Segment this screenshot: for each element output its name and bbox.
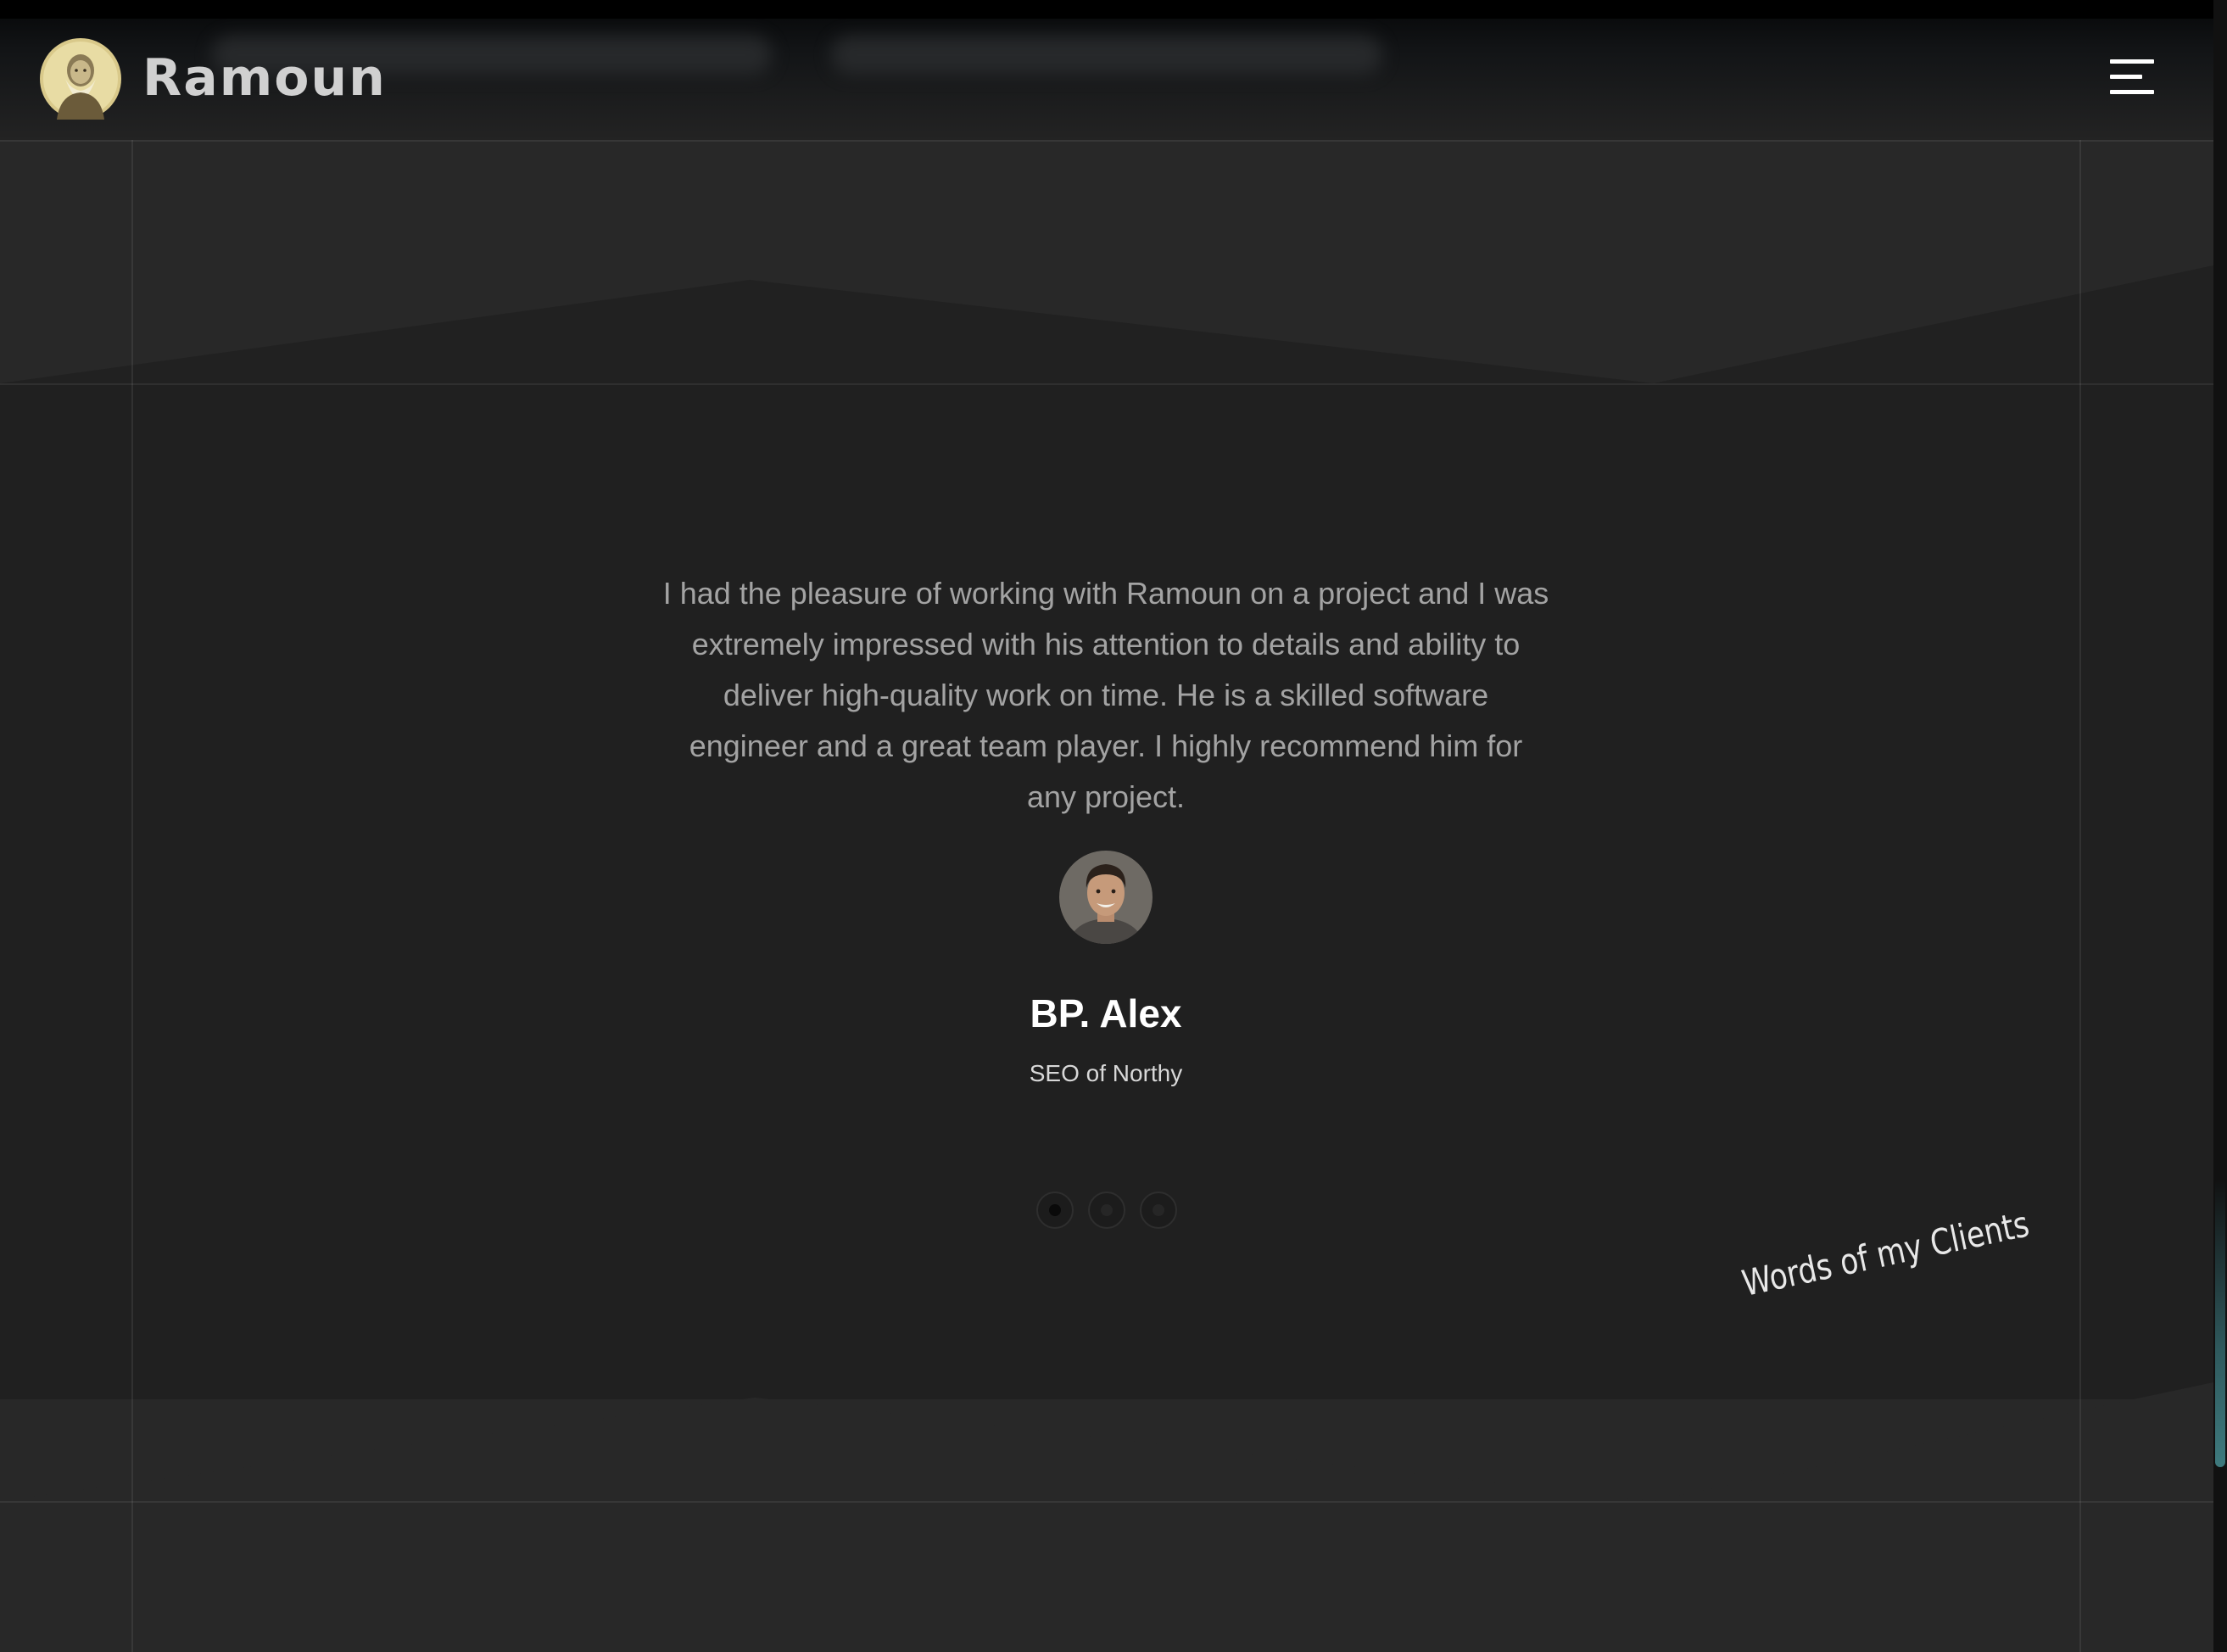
carousel-pagination xyxy=(1036,1192,1177,1229)
hamburger-menu-icon[interactable] xyxy=(2110,56,2159,97)
client-avatar xyxy=(1059,851,1153,944)
scrollbar-thumb[interactable] xyxy=(2215,1179,2225,1467)
guide-line-right xyxy=(2079,17,2081,1652)
carousel-dot-1[interactable] xyxy=(1036,1192,1074,1229)
client-role: SEO of Northy xyxy=(1029,1060,1183,1086)
menu-line xyxy=(2110,90,2154,94)
menu-line xyxy=(2110,75,2142,79)
guide-line-section-bottom xyxy=(0,1501,2213,1503)
menu-line xyxy=(2110,59,2154,64)
blurred-nav-item xyxy=(831,36,1382,75)
top-divider-shape xyxy=(0,265,2213,383)
guide-line-section-top xyxy=(0,383,2213,385)
brand-name[interactable]: Ramoun xyxy=(142,44,387,112)
page-scrollbar[interactable] xyxy=(2213,0,2227,1652)
angled-section-dividers xyxy=(0,265,2213,1501)
testimonial-quote: I had the pleasure of working with Ramou… xyxy=(662,576,1549,814)
bottom-divider-shape xyxy=(0,1382,2213,1501)
client-name: BP. Alex xyxy=(1030,991,1182,1035)
guide-line-header xyxy=(0,140,2213,142)
carousel-dot-2[interactable] xyxy=(1088,1192,1125,1229)
carousel-dot-3[interactable] xyxy=(1140,1192,1177,1229)
logo-portrait-icon[interactable] xyxy=(40,38,121,120)
window-top-edge xyxy=(0,0,2227,19)
site-header: Ramoun xyxy=(0,0,2227,140)
guide-line-left xyxy=(131,17,133,1652)
page: Ramoun I had the pleasure of working wit… xyxy=(0,0,2227,1652)
